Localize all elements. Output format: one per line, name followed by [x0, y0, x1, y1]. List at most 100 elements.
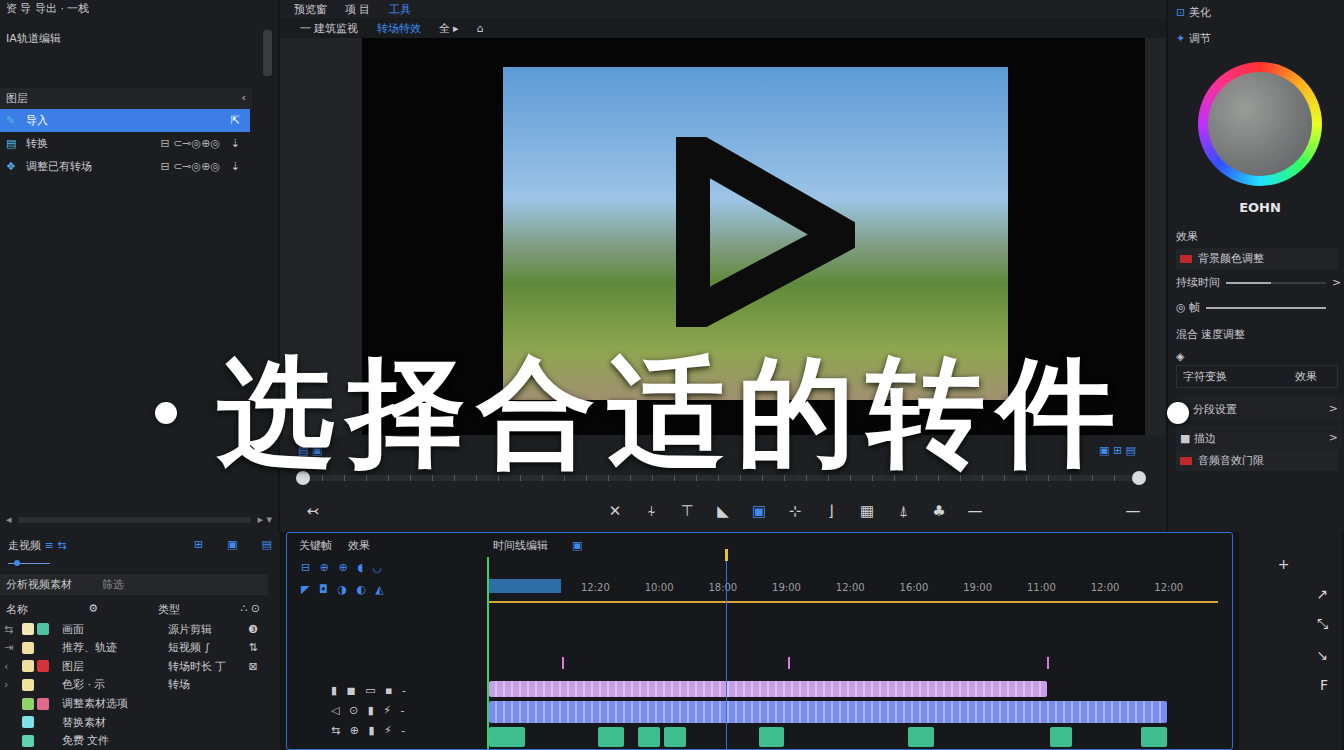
tool-button[interactable]: ⌋ — [820, 502, 842, 520]
tool-button[interactable]: ▦ — [856, 502, 878, 520]
section-title: 混合 速度调整 — [1176, 319, 1344, 346]
media-row[interactable]: ⇆ 画面 源片剪辑 ❸ — [0, 620, 280, 639]
view-toggle[interactable]: ▤ — [262, 538, 272, 553]
tool-button[interactable]: ♣ — [928, 502, 950, 520]
media-row[interactable]: › 色彩 · 示 转场 — [0, 676, 280, 695]
media-row[interactable]: 替换素材 — [0, 713, 280, 732]
program-monitor — [362, 38, 1145, 435]
monitor-options[interactable]: ▣ ⊞ ▤ — [1099, 444, 1136, 457]
tool-button[interactable]: — — [964, 502, 986, 520]
marker[interactable] — [788, 657, 790, 669]
media-row[interactable]: ‹ 图层 转场时长 丁 ⊠ — [0, 657, 280, 676]
search-field[interactable]: 分析视频素材筛选 — [0, 574, 268, 595]
inspector-tab[interactable]: ✦ 调节 — [1176, 28, 1344, 54]
horizontal-scrollbar[interactable]: ◂▸ ▾ — [0, 513, 278, 532]
property-slider[interactable]: ◎ 帧 — [1176, 294, 1344, 319]
layer-item[interactable]: ✎ 导入 ⇱ — [0, 109, 250, 132]
clip[interactable] — [598, 727, 624, 747]
inspector-tab[interactable]: ⊡ 美化 — [1176, 2, 1344, 28]
media-row[interactable]: 调整素材选项 — [0, 694, 280, 713]
scrubber[interactable] — [300, 475, 1140, 481]
clip[interactable] — [759, 727, 785, 747]
section-title: 效果 — [1176, 221, 1344, 248]
video-frame — [503, 67, 1008, 400]
clip[interactable] — [1050, 727, 1072, 747]
timeline-controls[interactable]: ◤ ◘ ◑ ◐ ◭ — [301, 579, 487, 601]
panel-title: 资 导 导出 · 一栈 — [0, 0, 278, 18]
media-row[interactable]: ⇥ 推荐、轨迹 短视频 ∫ ⇅ — [0, 638, 280, 657]
marker[interactable] — [1047, 657, 1049, 669]
subtab[interactable]: 全 ▸ — [439, 21, 459, 36]
video-editor: 资 导 导出 · 一栈 IA轨道编辑 图层‹ ✎ 导入 ⇱▤ 转换 ⊟ ⊂⊸◎⊕… — [0, 0, 1344, 750]
preview-subtabs: 一 建筑监视 转场特效 全 ▸ ⌂ — [280, 18, 1166, 38]
tool-button[interactable]: ◣ — [712, 502, 734, 520]
tool-strip: + ↗ ⤡ ↘ F — [1239, 532, 1342, 750]
edit-toolbar: ↢ ✕ ⍭ ⊤ ◣ ▣ ⊹ ⌋ ▦ ⍋ ♣ — — — [280, 490, 1166, 532]
layer-item[interactable]: ❖ 调整已有转场 ⊟ ⊂⊸◎⊕◎ ⇣ — [0, 155, 250, 178]
tool-button[interactable]: ⍭ — [640, 502, 662, 520]
clip[interactable] — [664, 727, 686, 747]
tool-button[interactable]: ⊤ — [676, 502, 698, 520]
tab[interactable]: 预览窗 — [294, 2, 327, 17]
track-header[interactable]: ⇆ ⊕ ▮ ⚡ - — [301, 721, 487, 745]
property-group[interactable]: ■ 描边> — [1176, 425, 1342, 450]
view-toggle[interactable]: ▣ — [227, 538, 237, 553]
inspector-panel: ⊡ 美化✦ 调节 EOHN 效果背景颜色调整 持续时间 >◎ 帧 混合 速度调整… — [1168, 0, 1344, 532]
caption-overlay: 选择合适的转件 — [0, 345, 1344, 481]
time-ruler[interactable]: 12:2010:0018:0019:0012:0016:0019:0011:00… — [489, 557, 1218, 601]
tab[interactable]: 工具 — [389, 2, 411, 17]
wheel-label: EOHN — [1239, 200, 1281, 215]
media-library: 走视频 ≡ ⇆ ⊞▣▤ 分析视频素材筛选 名称⚙类型∴ ⊙ ⇆ 画面 源片剪辑 … — [0, 532, 280, 750]
clip[interactable] — [908, 727, 934, 747]
zoom-slider[interactable] — [8, 563, 50, 564]
media-row[interactable]: 免费 文件 — [0, 731, 280, 750]
preview-panel: 预览窗 项 目 工具 一 建筑监视 转场特效 全 ▸ ⌂ ▤ ▣ ▣ ⊞ ▤ ↢ ✕ ⍭ ⊤ ◣… — [280, 0, 1166, 532]
tool-button[interactable]: ✕ — [604, 502, 626, 520]
property-group[interactable]: ♠ 分段设置> — [1176, 396, 1342, 421]
tool-button[interactable]: ↗ — [1316, 586, 1328, 602]
tool-button[interactable]: ▣ — [748, 502, 770, 520]
marker[interactable] — [562, 657, 564, 669]
subtab[interactable]: ⌂ — [477, 22, 484, 35]
effect-item[interactable]: 音频音效门限 — [1176, 450, 1338, 471]
scrollbar[interactable] — [263, 30, 272, 76]
clip[interactable] — [1141, 727, 1167, 747]
column-header: 名称⚙类型∴ ⊙ — [0, 597, 280, 620]
timeline-panel: 关键帧效果 时间线编辑 ▣ ⊟ ⊕ ⊕ ◖ ◡◤ ◘ ◑ ◐ ◭ ▮ ◼ ▭ ▪… — [286, 532, 1233, 750]
tool-button[interactable]: ⊹ — [784, 502, 806, 520]
subtab[interactable]: 一 建筑监视 — [300, 21, 359, 36]
tool-button[interactable]: ⍋ — [892, 502, 914, 520]
track — [489, 701, 1218, 723]
tool-button[interactable]: + — [1278, 556, 1290, 572]
track-header[interactable]: ▮ ◼ ▭ ▪ - — [301, 681, 487, 701]
tab[interactable]: 项 目 — [345, 2, 371, 17]
effect-item[interactable]: 背景颜色调整 — [1176, 248, 1338, 269]
clip[interactable] — [638, 727, 660, 747]
tool-button[interactable]: ⤡ — [1317, 616, 1328, 633]
timeline-controls[interactable]: ⊟ ⊕ ⊕ ◖ ◡ — [301, 557, 487, 579]
playhead[interactable] — [726, 549, 727, 749]
preview-tabs: 预览窗 项 目 工具 — [280, 0, 1166, 18]
view-toggle[interactable]: ⊞ — [194, 538, 203, 553]
subtab[interactable]: 转场特效 — [377, 21, 421, 36]
tool-button[interactable]: ↘ — [1316, 647, 1328, 663]
section-header[interactable]: 图层‹ — [0, 88, 252, 109]
track-header[interactable]: ◁ ⊙ ▮ ⚡ - — [301, 701, 487, 721]
play-icon[interactable] — [675, 137, 855, 327]
clip[interactable] — [489, 727, 525, 747]
tool-button[interactable]: F — [1320, 677, 1328, 693]
clip[interactable] — [489, 681, 1047, 697]
track — [489, 681, 1218, 697]
timeline-tab[interactable]: 关键帧 — [299, 538, 332, 553]
property-slider[interactable]: 持续时间 > — [1176, 269, 1344, 294]
monitor-controls[interactable]: ▤ ▣ — [298, 444, 322, 457]
tool-button[interactable]: ↢ — [302, 502, 324, 520]
layer-item[interactable]: ▤ 转换 ⊟ ⊂⊸◎⊕◎ ⇣ — [0, 132, 250, 155]
tool-button[interactable]: — — [1122, 502, 1144, 520]
clip[interactable] — [489, 701, 1167, 723]
track — [489, 727, 1218, 747]
effect-box[interactable]: ◈ 字符变换效果 — [1176, 346, 1344, 392]
panel-subtitle: IA轨道编辑 — [0, 18, 278, 46]
timeline-tab[interactable]: 效果 — [348, 538, 370, 553]
color-wheel[interactable] — [1198, 62, 1322, 186]
